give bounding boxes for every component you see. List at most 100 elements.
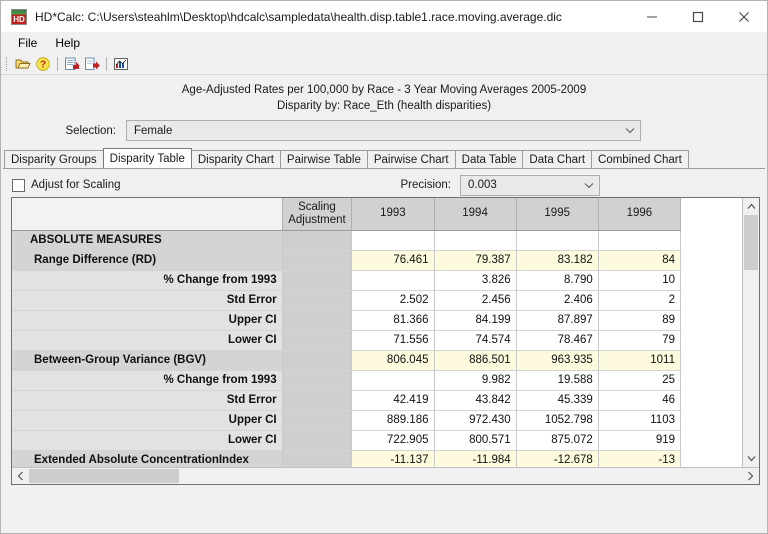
menu-item-help[interactable]: Help <box>46 34 89 52</box>
cell-scaling-adjustment[interactable] <box>282 390 352 410</box>
cell-scaling-adjustment[interactable] <box>282 350 352 370</box>
toolbar-grip[interactable] <box>6 57 9 71</box>
cell-1993[interactable]: 889.186 <box>352 410 434 430</box>
cell-1996[interactable]: 2 <box>598 290 680 310</box>
cell-1995[interactable]: 45.339 <box>516 390 598 410</box>
cell-1996[interactable]: 79 <box>598 330 680 350</box>
column-header-1994[interactable]: 1994 <box>434 198 516 230</box>
adjust-for-scaling-checkbox-group[interactable]: Adjust for Scaling <box>12 179 121 192</box>
tab-combined-chart[interactable]: Combined Chart <box>591 150 689 168</box>
cell-1993[interactable]: 81.366 <box>352 310 434 330</box>
column-header-1996[interactable]: 1996 <box>598 198 680 230</box>
tab-data-table[interactable]: Data Table <box>455 150 524 168</box>
cell-1994[interactable]: 9.982 <box>434 370 516 390</box>
adjust-for-scaling-checkbox[interactable] <box>12 179 25 192</box>
cell-scaling-adjustment[interactable] <box>282 310 352 330</box>
cell-scaling-adjustment[interactable] <box>282 430 352 450</box>
cell-1995[interactable]: 83.182 <box>516 250 598 270</box>
cell-1993[interactable]: 722.905 <box>352 430 434 450</box>
cell-1995[interactable]: 1052.798 <box>516 410 598 430</box>
cell-1994[interactable] <box>434 230 516 250</box>
horizontal-scroll-track[interactable] <box>29 468 742 484</box>
table-row[interactable]: % Change from 19939.98219.58825 <box>12 370 681 390</box>
maximize-button[interactable] <box>675 1 721 32</box>
cell-1996[interactable]: 25 <box>598 370 680 390</box>
cell-1994[interactable]: 2.456 <box>434 290 516 310</box>
cell-scaling-adjustment[interactable] <box>282 250 352 270</box>
cell-1996[interactable]: 89 <box>598 310 680 330</box>
cell-1995[interactable]: 963.935 <box>516 350 598 370</box>
scroll-right-button[interactable] <box>742 468 759 484</box>
save-table-button[interactable] <box>62 54 82 73</box>
minimize-button[interactable] <box>629 1 675 32</box>
cell-1995[interactable]: 78.467 <box>516 330 598 350</box>
cell-1996[interactable]: 919 <box>598 430 680 450</box>
cell-scaling-adjustment[interactable] <box>282 270 352 290</box>
scroll-up-button[interactable] <box>743 198 759 215</box>
column-header-measure[interactable] <box>12 198 282 230</box>
cell-1994[interactable]: 84.199 <box>434 310 516 330</box>
cell-1995[interactable]: 875.072 <box>516 430 598 450</box>
cell-1993[interactable] <box>352 230 434 250</box>
column-header-1995[interactable]: 1995 <box>516 198 598 230</box>
vertical-scrollbar[interactable] <box>742 198 759 467</box>
cell-1995[interactable]: 87.897 <box>516 310 598 330</box>
cell-1994[interactable]: 886.501 <box>434 350 516 370</box>
cell-1993[interactable]: 76.461 <box>352 250 434 270</box>
table-row[interactable]: Std Error42.41943.84245.33946 <box>12 390 681 410</box>
vertical-scroll-track[interactable] <box>743 215 759 450</box>
column-header-scaling-adjustment[interactable]: Scaling Adjustment <box>282 198 352 230</box>
cell-1996[interactable]: -13 <box>598 450 680 467</box>
cell-1995[interactable]: 2.406 <box>516 290 598 310</box>
table-row[interactable]: Lower CI71.55674.57478.46779 <box>12 330 681 350</box>
cell-1993[interactable]: 42.419 <box>352 390 434 410</box>
cell-scaling-adjustment[interactable] <box>282 290 352 310</box>
cell-1994[interactable]: 79.387 <box>434 250 516 270</box>
tab-pairwise-table[interactable]: Pairwise Table <box>280 150 368 168</box>
cell-1996[interactable]: 46 <box>598 390 680 410</box>
open-file-button[interactable] <box>13 54 33 73</box>
cell-1996[interactable] <box>598 230 680 250</box>
cell-1995[interactable]: 19.588 <box>516 370 598 390</box>
table-row[interactable]: Upper CI889.186972.4301052.7981103 <box>12 410 681 430</box>
cell-1996[interactable]: 10 <box>598 270 680 290</box>
close-button[interactable] <box>721 1 767 32</box>
cell-1993[interactable]: 806.045 <box>352 350 434 370</box>
table-row[interactable]: Lower CI722.905800.571875.072919 <box>12 430 681 450</box>
table-row[interactable]: Upper CI81.36684.19987.89789 <box>12 310 681 330</box>
tab-disparity-groups[interactable]: Disparity Groups <box>4 150 104 168</box>
vertical-scroll-thumb[interactable] <box>744 215 758 270</box>
cell-1994[interactable]: 972.430 <box>434 410 516 430</box>
tab-pairwise-chart[interactable]: Pairwise Chart <box>367 150 456 168</box>
precision-dropdown[interactable]: 0.003 <box>460 175 600 196</box>
table-row[interactable]: % Change from 19933.8268.79010 <box>12 270 681 290</box>
cell-1995[interactable] <box>516 230 598 250</box>
cell-1996[interactable]: 1103 <box>598 410 680 430</box>
cell-1994[interactable]: 74.574 <box>434 330 516 350</box>
cell-1994[interactable]: 800.571 <box>434 430 516 450</box>
help-button[interactable]: ? <box>33 54 53 73</box>
cell-scaling-adjustment[interactable] <box>282 450 352 467</box>
table-row[interactable]: Extended Absolute ConcentrationIndex-11.… <box>12 450 681 467</box>
cell-scaling-adjustment[interactable] <box>282 410 352 430</box>
horizontal-scrollbar[interactable] <box>12 467 759 484</box>
cell-1993[interactable]: -11.137 <box>352 450 434 467</box>
cell-1994[interactable]: -11.984 <box>434 450 516 467</box>
cell-1996[interactable]: 84 <box>598 250 680 270</box>
cell-1995[interactable]: 8.790 <box>516 270 598 290</box>
cell-scaling-adjustment[interactable] <box>282 370 352 390</box>
scroll-down-button[interactable] <box>743 450 759 467</box>
cell-1993[interactable]: 71.556 <box>352 330 434 350</box>
tab-disparity-chart[interactable]: Disparity Chart <box>191 150 281 168</box>
table-row[interactable]: Std Error2.5022.4562.4062 <box>12 290 681 310</box>
cell-1995[interactable]: -12.678 <box>516 450 598 467</box>
cell-scaling-adjustment[interactable] <box>282 330 352 350</box>
column-header-1993[interactable]: 1993 <box>352 198 434 230</box>
cell-1996[interactable]: 1011 <box>598 350 680 370</box>
tab-disparity-table[interactable]: Disparity Table <box>103 148 192 168</box>
cell-1994[interactable]: 43.842 <box>434 390 516 410</box>
cell-1993[interactable] <box>352 370 434 390</box>
scroll-left-button[interactable] <box>12 468 29 484</box>
menu-item-file[interactable]: File <box>9 34 46 52</box>
horizontal-scroll-thumb[interactable] <box>29 469 179 483</box>
